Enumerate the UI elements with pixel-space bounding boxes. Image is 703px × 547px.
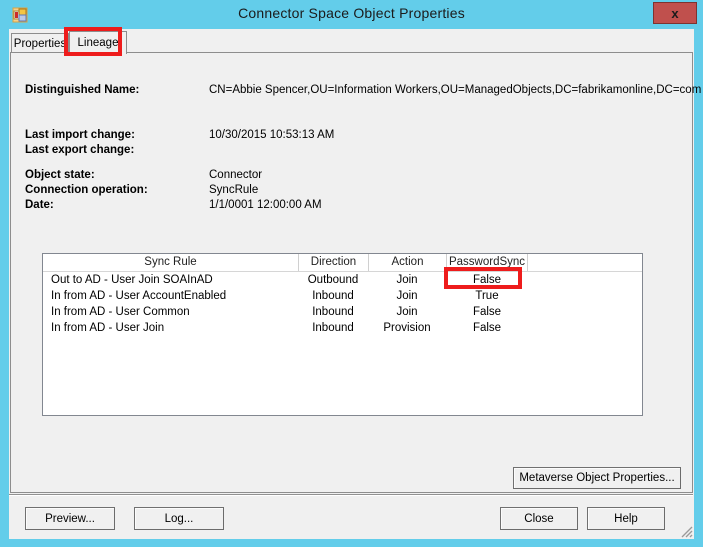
cell-action: Join [396,290,418,302]
connection-operation-value: SyncRule [209,184,259,196]
lineage-tab-page: Distinguished Name: CN=Abbie Spencer,OU=… [10,52,701,493]
cell-action: Join [396,274,418,286]
tab-properties[interactable]: Properties [11,33,69,53]
cell-sync-rule: Out to AD - User Join SOAInAD [51,274,213,286]
dialog-client-area: Properties Lineage Distinguished Name: C… [9,29,701,539]
grid-header-row: Sync Rule Direction Action PasswordSync [43,254,642,272]
distinguished-name-value: CN=Abbie Spencer,OU=Information Workers,… [209,84,702,96]
close-window-button[interactable]: x [653,2,697,24]
last-export-change-label: Last export change: [25,144,135,156]
cell-sync-rule: In from AD - User Join [51,322,165,334]
object-state-value: Connector [209,169,263,181]
window-title: Connector Space Object Properties [238,5,465,21]
cell-password-sync: False [472,274,502,286]
cell-sync-rule: In from AD - User Common [51,306,190,318]
cell-direction: Inbound [312,306,354,318]
distinguished-name-label: Distinguished Name: [25,84,140,96]
help-button[interactable]: Help [587,507,665,530]
column-header-direction[interactable]: Direction [299,254,369,271]
cell-password-sync: False [472,306,502,318]
column-header-sync-rule[interactable]: Sync Rule [43,254,299,271]
cell-password-sync: True [475,290,499,302]
date-value: 1/1/0001 12:00:00 AM [209,199,322,211]
cell-direction: Inbound [312,322,354,334]
bottom-button-bar: Preview... Log... Close Help [9,496,694,539]
column-header-filler[interactable] [528,254,642,271]
table-row[interactable]: In from AD - User AccountEnabled Inbound… [43,288,642,304]
preview-button[interactable]: Preview... [25,507,115,530]
connection-operation-label: Connection operation: [25,184,148,196]
column-header-passwordsync[interactable]: PasswordSync [447,254,528,271]
cell-sync-rule: In from AD - User AccountEnabled [51,290,227,302]
cell-action: Join [396,306,418,318]
cell-action: Provision [383,322,431,334]
tab-lineage[interactable]: Lineage [69,31,127,54]
column-header-action[interactable]: Action [369,254,447,271]
cell-password-sync: False [472,322,502,334]
dialog-window: Connector Space Object Properties x Prop… [0,0,703,547]
table-row[interactable]: In from AD - User Join Inbound Provision… [43,320,642,336]
log-button[interactable]: Log... [134,507,224,530]
object-state-label: Object state: [25,169,95,181]
title-bar[interactable]: Connector Space Object Properties x [0,0,703,29]
metaverse-object-properties-button[interactable]: Metaverse Object Properties... [513,467,681,489]
last-import-change-value: 10/30/2015 10:53:13 AM [209,129,335,141]
last-import-change-label: Last import change: [25,129,135,141]
tab-strip: Properties Lineage [10,31,693,54]
table-row[interactable]: In from AD - User Common Inbound Join Fa… [43,304,642,320]
lineage-grid[interactable]: Sync Rule Direction Action PasswordSync … [42,253,643,416]
table-row[interactable]: Out to AD - User Join SOAInAD Outbound J… [43,272,642,288]
resize-grip-icon[interactable] [680,525,693,538]
cell-direction: Outbound [307,274,359,286]
date-label: Date: [25,199,54,211]
close-button[interactable]: Close [500,507,578,530]
cell-direction: Inbound [312,290,354,302]
